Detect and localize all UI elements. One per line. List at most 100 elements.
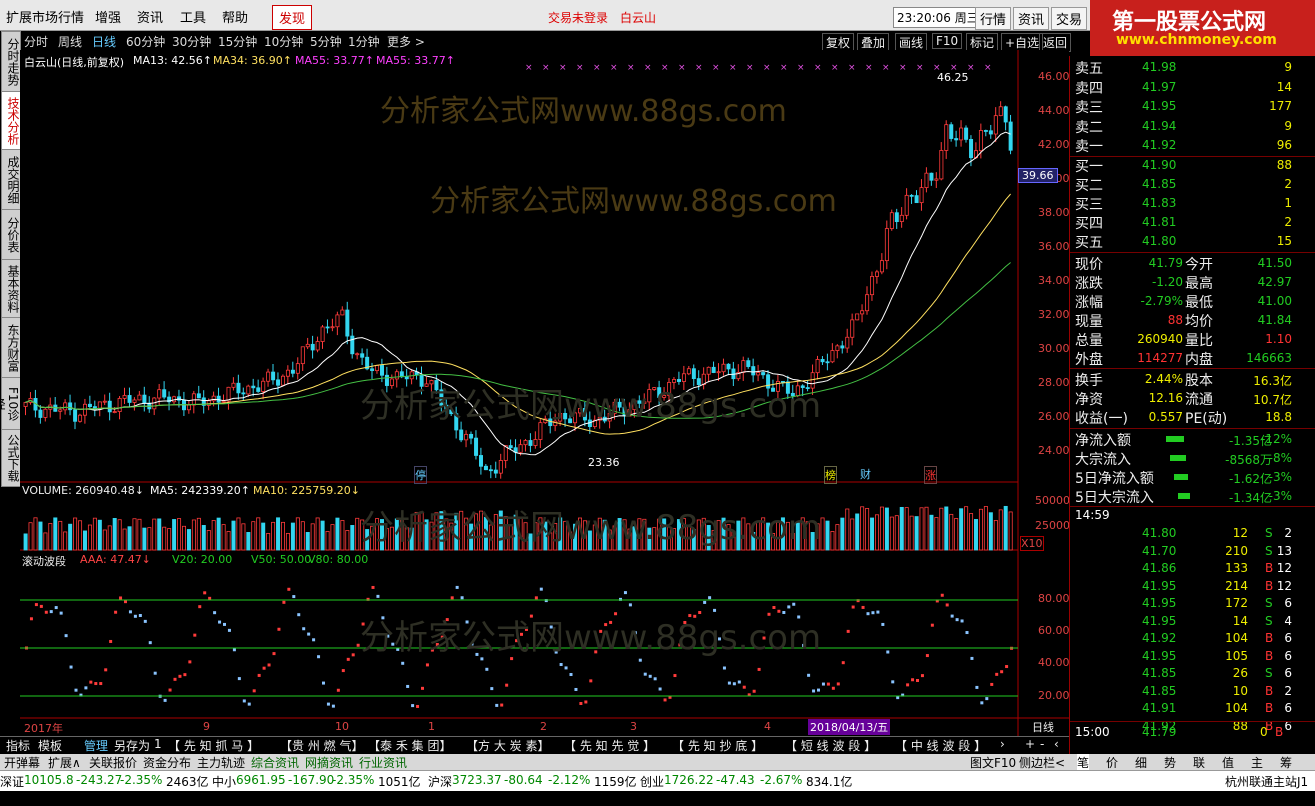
- zoom-out-icon[interactable]: -: [1040, 737, 1044, 751]
- right-tab[interactable]: 势: [1164, 754, 1176, 771]
- osc-point: [569, 673, 573, 677]
- menu-enhance[interactable]: 增强: [95, 7, 121, 26]
- side-panel-toggle[interactable]: 侧边栏<: [1019, 754, 1065, 771]
- period-60m[interactable]: 60分钟: [126, 33, 165, 50]
- price-axis-tick: 34.00: [1038, 274, 1070, 287]
- bottom-menu-item[interactable]: 开弹幕: [4, 754, 40, 771]
- signal-mark: ×: [542, 63, 550, 73]
- candle-body: [993, 115, 998, 135]
- side-tab-intraday[interactable]: 分时走势: [1, 31, 21, 93]
- indicator-tab[interactable]: 【 先 知 先 觉 】: [564, 737, 655, 754]
- candle-body: [954, 138, 959, 141]
- osc-point: [272, 652, 276, 656]
- side-tab-price-table[interactable]: 分价表: [1, 209, 21, 261]
- osc-point: [792, 602, 796, 606]
- right-tab[interactable]: 值: [1222, 754, 1234, 771]
- right-tab[interactable]: 筹: [1280, 754, 1292, 771]
- bid-price: 41.81: [1142, 215, 1177, 229]
- index-pct: -2.12%: [548, 773, 591, 787]
- menu-help[interactable]: 帮助: [222, 7, 248, 26]
- indicator-tab[interactable]: 指标: [6, 737, 30, 754]
- indicator-tab[interactable]: 【泰 禾 集 团】: [368, 737, 451, 754]
- indicator-tab[interactable]: 【贵 州 燃 气】: [280, 737, 363, 754]
- tick-price: 41.95: [1142, 648, 1177, 663]
- btn-trade[interactable]: 交易: [1051, 7, 1088, 30]
- volume-bar: [63, 531, 68, 551]
- zoom-in-icon[interactable]: +: [1025, 737, 1035, 751]
- index-change: -47.43: [716, 773, 755, 787]
- indicator-tab[interactable]: 【 中 线 波 段 】: [895, 737, 986, 754]
- osc-point: [955, 618, 959, 622]
- right-tab[interactable]: 细: [1135, 754, 1147, 771]
- period-1m[interactable]: 1分钟: [348, 33, 380, 50]
- bottom-menu-item[interactable]: 综合资讯: [251, 754, 299, 771]
- bottom-menu-item[interactable]: 网摘资讯: [305, 754, 353, 771]
- period-intraday[interactable]: 分时: [24, 33, 48, 50]
- indicator-tab[interactable]: 【 先 知 抄 底 】: [672, 737, 763, 754]
- bottom-menu-item[interactable]: 关联报价: [89, 754, 137, 771]
- indicator-tab[interactable]: 1: [154, 737, 162, 751]
- btn-info[interactable]: 资讯: [1013, 7, 1050, 30]
- login-status[interactable]: 交易未登录: [548, 9, 608, 26]
- price-axis-tick: 26.00: [1038, 410, 1070, 423]
- tick-side: B: [1265, 701, 1274, 715]
- period-weekly[interactable]: 周线: [58, 33, 82, 50]
- price-axis-tick: 38.00: [1038, 206, 1070, 219]
- tick-count: 2: [1284, 683, 1292, 698]
- fund-label: 收益(一): [1075, 411, 1128, 427]
- osc-point: [198, 605, 202, 609]
- menu-news[interactable]: 资讯: [137, 7, 163, 26]
- right-tab[interactable]: 联: [1193, 754, 1205, 771]
- volume-bar: [256, 517, 261, 551]
- bid-volume: 88: [1276, 158, 1292, 172]
- osc-point: [336, 688, 340, 692]
- osc-point: [663, 698, 667, 702]
- btn-graphic-f10[interactable]: 图文F10: [970, 754, 1016, 771]
- menu-discover[interactable]: 发现: [272, 5, 313, 30]
- bottom-menu-item[interactable]: 主力轨迹: [197, 754, 245, 771]
- ask-price: 41.94: [1142, 118, 1177, 133]
- volume-bar: [216, 517, 221, 551]
- indicator-tab[interactable]: 【 先 知 抓 马 】: [168, 737, 259, 754]
- side-tab-profile[interactable]: 基本资料: [1, 259, 21, 319]
- indicator-tab[interactable]: 另存为: [114, 737, 150, 754]
- side-tab-technical[interactable]: 技术分析: [1, 91, 21, 151]
- volume-bar: [855, 513, 860, 551]
- period-15m[interactable]: 15分钟: [218, 33, 257, 50]
- tool-f10[interactable]: F10: [932, 33, 963, 49]
- bottom-menu-item[interactable]: 资金分布: [143, 754, 191, 771]
- period-5m[interactable]: 5分钟: [310, 33, 342, 50]
- side-tab-f10[interactable]: F10诊经: [0, 377, 21, 431]
- period-more[interactable]: 更多 >: [387, 33, 425, 50]
- scroll-left-icon[interactable]: ‹: [1054, 737, 1059, 751]
- bottom-menu-item[interactable]: 行业资讯: [359, 754, 407, 771]
- right-tab[interactable]: 主: [1251, 754, 1263, 771]
- osc-point: [559, 663, 563, 667]
- volume-bar: [142, 527, 147, 551]
- menu-extended-market[interactable]: 扩展市场行情: [6, 7, 84, 26]
- period-indicator[interactable]: 日线: [1032, 719, 1054, 735]
- side-tab-trades[interactable]: 成交明细: [1, 149, 21, 211]
- tick-price: 41.91: [1142, 701, 1177, 715]
- indicator-tab[interactable]: 管理: [84, 737, 108, 754]
- bottom-menu-item[interactable]: 扩展∧: [48, 754, 81, 771]
- brand-banner[interactable]: 第一股票公式网 www.chnmoney.com: [1090, 0, 1315, 56]
- volume-bar: [929, 514, 934, 551]
- indicator-tab[interactable]: 【方 大 炭 素】: [466, 737, 549, 754]
- right-tab[interactable]: 笔: [1077, 754, 1090, 771]
- osc-point: [1005, 665, 1009, 669]
- right-tab[interactable]: 价: [1106, 754, 1118, 771]
- flow-bar: [1170, 455, 1186, 461]
- indicator-tab[interactable]: 模板: [38, 737, 62, 754]
- side-tab-formula-download[interactable]: 公式下载: [1, 429, 21, 487]
- period-10m[interactable]: 10分钟: [264, 33, 303, 50]
- clock: 23:20:06 周三: [893, 7, 983, 28]
- period-30m[interactable]: 30分钟: [172, 33, 211, 50]
- period-daily[interactable]: 日线: [92, 33, 116, 50]
- side-tab-eastmoney[interactable]: 东方财富: [1, 317, 21, 379]
- menu-tools[interactable]: 工具: [180, 7, 206, 26]
- btn-quotes[interactable]: 行情: [975, 7, 1012, 30]
- station[interactable]: 杭州联通主站J1: [1225, 773, 1308, 790]
- tab-scroll-right[interactable]: ›: [1000, 737, 1005, 751]
- indicator-tab[interactable]: 【 短 线 波 段 】: [785, 737, 876, 754]
